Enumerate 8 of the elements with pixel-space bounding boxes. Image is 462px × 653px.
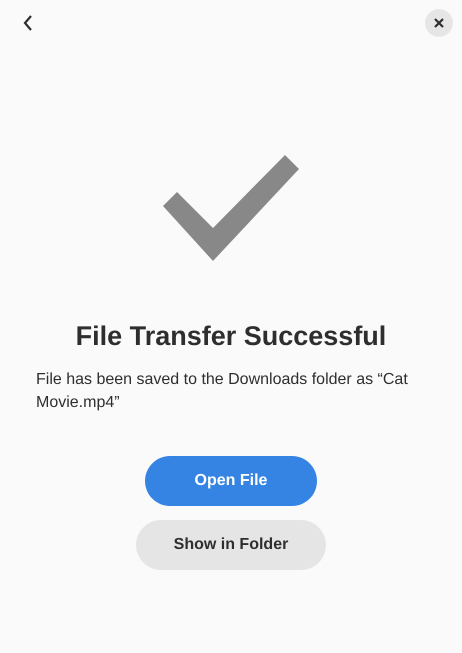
back-icon xyxy=(22,14,34,32)
close-button[interactable] xyxy=(425,9,453,37)
checkmark-icon xyxy=(163,155,299,261)
dialog-title: File Transfer Successful xyxy=(76,321,386,352)
close-icon xyxy=(434,18,444,28)
open-button[interactable]: Open File xyxy=(145,456,317,506)
dialog-message: File has been saved to the Downloads folder as “Cat Movie.mp4” xyxy=(36,370,409,413)
folder-button[interactable]: Show in Folder xyxy=(136,520,326,570)
